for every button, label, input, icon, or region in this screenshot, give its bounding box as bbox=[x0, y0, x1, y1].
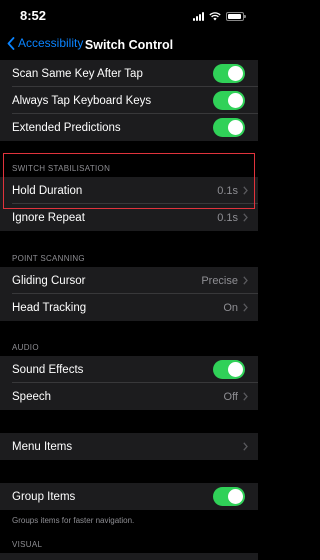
status-icons bbox=[193, 10, 246, 22]
list-item-menu-items[interactable]: Menu Items bbox=[0, 433, 258, 460]
scan-options-group: Scan Same Key After Tap Always Tap Keybo… bbox=[0, 60, 258, 141]
list-item-extended-predictions[interactable]: Extended Predictions bbox=[0, 114, 258, 141]
row-value: Off bbox=[223, 390, 238, 403]
audio-group: Sound Effects Speech Off bbox=[0, 356, 258, 410]
nav-bar: Accessibility Switch Control bbox=[0, 30, 258, 60]
visual-group bbox=[0, 553, 258, 560]
row-label: Speech bbox=[12, 390, 52, 403]
scan-same-key-toggle[interactable] bbox=[213, 64, 245, 83]
always-tap-keyboard-toggle[interactable] bbox=[213, 91, 245, 110]
chevron-right-icon bbox=[243, 186, 248, 195]
row-value: 0.1s bbox=[217, 211, 238, 224]
group-items-group: Group Items bbox=[0, 483, 258, 510]
list-item-ignore-repeat[interactable]: Ignore Repeat 0.1s bbox=[0, 204, 258, 231]
list-item-group-items[interactable]: Group Items bbox=[0, 483, 258, 510]
group-items-toggle[interactable] bbox=[213, 487, 245, 506]
status-bar: 8:52 bbox=[0, 0, 258, 30]
cellular-signal-icon bbox=[193, 11, 204, 21]
row-label: Group Items bbox=[12, 490, 76, 503]
extended-predictions-toggle[interactable] bbox=[213, 118, 245, 137]
row-label: Hold Duration bbox=[12, 184, 83, 197]
list-item-head-tracking[interactable]: Head Tracking On bbox=[0, 294, 258, 321]
chevron-right-icon bbox=[243, 276, 248, 285]
row-label: Extended Predictions bbox=[12, 121, 121, 134]
row-value: On bbox=[223, 301, 238, 314]
list-item-hold-duration[interactable]: Hold Duration 0.1s bbox=[0, 177, 258, 204]
group-items-footer: Groups items for faster navigation. bbox=[12, 516, 135, 525]
list-item-sound-effects[interactable]: Sound Effects bbox=[0, 356, 258, 383]
row-label: Head Tracking bbox=[12, 301, 87, 314]
row-label: Gliding Cursor bbox=[12, 274, 86, 287]
row-label: Scan Same Key After Tap bbox=[12, 67, 143, 80]
section-header-audio: AUDIO bbox=[12, 343, 39, 352]
point-scanning-group: Gliding Cursor Precise Head Tracking On bbox=[0, 267, 258, 321]
row-label: Sound Effects bbox=[12, 363, 84, 376]
section-header-visual: VISUAL bbox=[12, 540, 43, 549]
list-item-always-tap-keyboard[interactable]: Always Tap Keyboard Keys bbox=[0, 87, 258, 114]
row-label: Menu Items bbox=[12, 440, 73, 453]
list-item-scan-same-key[interactable]: Scan Same Key After Tap bbox=[0, 60, 258, 87]
row-value: 0.1s bbox=[217, 184, 238, 197]
switch-stabilisation-group: Hold Duration 0.1s Ignore Repeat 0.1s bbox=[0, 177, 258, 231]
battery-icon bbox=[226, 11, 246, 21]
row-value: Precise bbox=[201, 274, 238, 287]
menu-group: Menu Items bbox=[0, 433, 258, 460]
sound-effects-toggle[interactable] bbox=[213, 360, 245, 379]
page-title: Switch Control bbox=[84, 38, 174, 52]
status-time: 8:52 bbox=[20, 8, 47, 23]
row-label: Ignore Repeat bbox=[12, 211, 85, 224]
list-item-gliding-cursor[interactable]: Gliding Cursor Precise bbox=[0, 267, 258, 294]
section-header-switch-stabilisation: SWITCH STABILISATION bbox=[12, 164, 111, 173]
section-header-point-scanning: POINT SCANNING bbox=[12, 254, 85, 263]
chevron-right-icon bbox=[243, 213, 248, 222]
chevron-right-icon bbox=[243, 442, 248, 451]
chevron-right-icon bbox=[243, 392, 248, 401]
wifi-icon bbox=[209, 11, 221, 20]
list-item-speech[interactable]: Speech Off bbox=[0, 383, 258, 410]
chevron-right-icon bbox=[243, 303, 248, 312]
row-label: Always Tap Keyboard Keys bbox=[12, 94, 152, 107]
